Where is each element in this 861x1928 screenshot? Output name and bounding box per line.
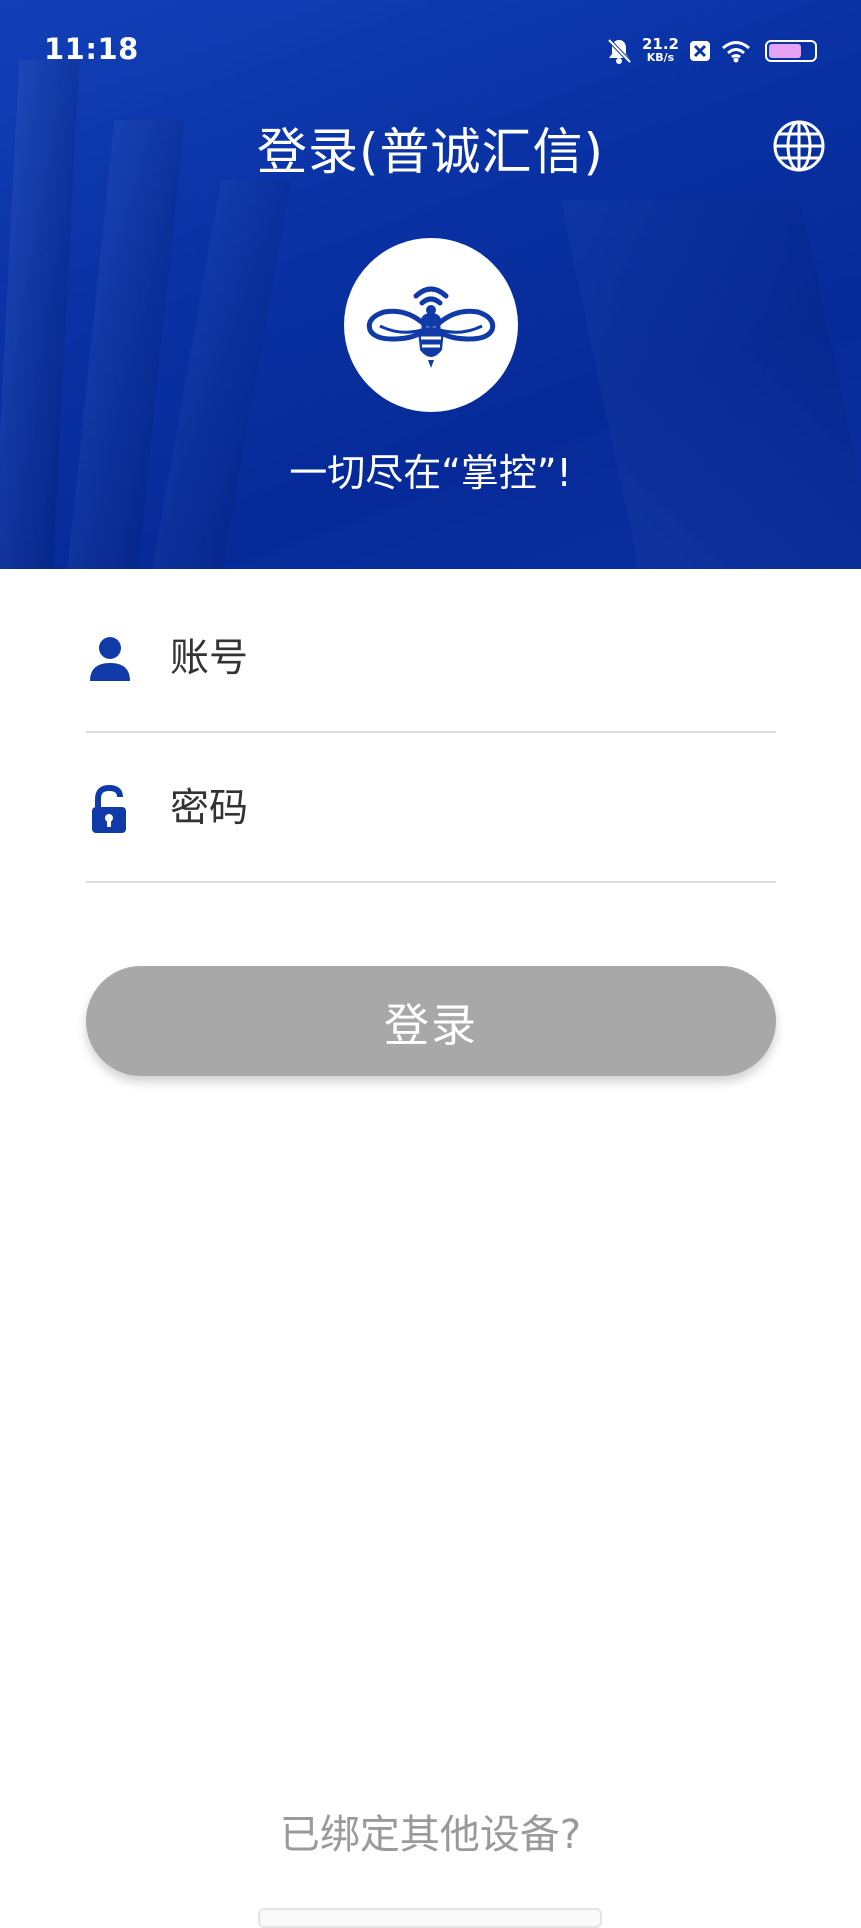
header-banner: 11:18 21.2 KB/s 登录(普诚汇信) 一切尽在“掌控”!	[0, 0, 861, 569]
bottom-sheet-edge	[258, 1908, 602, 1928]
x-notification-icon	[690, 41, 710, 61]
login-button[interactable]: 登录	[86, 966, 776, 1076]
account-input[interactable]	[164, 627, 756, 689]
globe-icon[interactable]	[771, 118, 827, 174]
unlock-icon	[92, 785, 126, 833]
bound-other-device-link[interactable]: 已绑定其他设备?	[0, 1802, 861, 1860]
battery-level	[769, 44, 801, 58]
app-logo	[344, 238, 518, 412]
net-speed: 21.2 KB/s	[642, 37, 679, 65]
page-title: 登录(普诚汇信)	[256, 123, 604, 181]
net-speed-unit: KB/s	[646, 51, 675, 64]
status-bar: 11:18 21.2 KB/s	[0, 0, 861, 100]
slogan: 一切尽在“掌控”!	[289, 451, 572, 495]
password-input[interactable]	[164, 777, 756, 839]
net-speed-value: 21.2	[641, 35, 679, 53]
user-icon	[90, 637, 130, 681]
bee-wifi-logo-icon	[366, 286, 496, 368]
status-time: 11:18	[44, 32, 139, 66]
account-field	[86, 591, 776, 733]
building-silhouette	[560, 200, 861, 569]
battery-icon	[765, 40, 817, 62]
wifi-icon	[722, 41, 750, 63]
password-field	[86, 741, 776, 883]
bell-off-icon	[607, 38, 632, 64]
status-icons: 21.2 KB/s	[606, 34, 817, 68]
